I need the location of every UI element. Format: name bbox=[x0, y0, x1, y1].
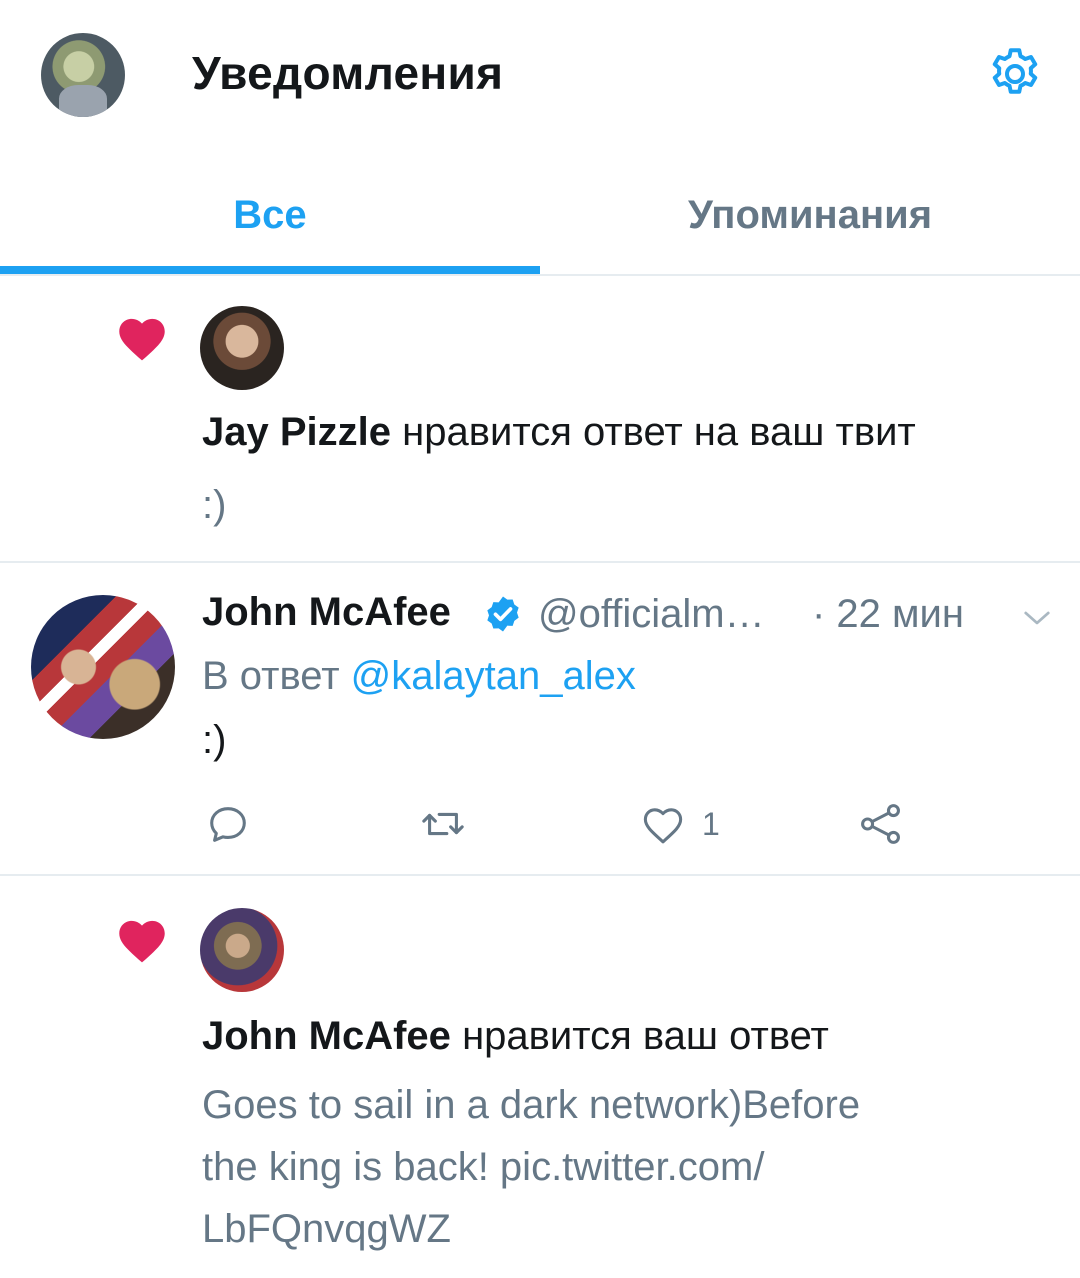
reply-button[interactable] bbox=[205, 800, 251, 848]
tweet-time: · 22 мин bbox=[812, 592, 964, 636]
heart-icon bbox=[119, 318, 165, 361]
share-icon bbox=[861, 804, 900, 844]
page-title: Уведомления bbox=[192, 47, 504, 99]
heart-icon bbox=[119, 920, 165, 963]
avatar[interactable] bbox=[31, 595, 175, 739]
notification-text[interactable]: John McAfee нравится ваш ответ bbox=[202, 1014, 829, 1059]
chevron-down-icon[interactable] bbox=[1022, 606, 1052, 630]
mention-link[interactable]: @kalaytan_alex bbox=[351, 654, 636, 698]
tweet-author-name[interactable]: John McAfee bbox=[202, 590, 451, 635]
tab-all[interactable]: Все bbox=[0, 160, 540, 270]
reply-icon bbox=[210, 807, 246, 842]
app-header: Уведомления bbox=[0, 0, 1080, 150]
notification-action: нравится ответ на ваш твит bbox=[402, 410, 916, 454]
quoted-text: :) bbox=[202, 483, 227, 527]
tweet-handle[interactable]: @officialm… bbox=[538, 592, 765, 637]
quoted-text-line: the king is back! pic.twitter.com/ bbox=[202, 1145, 765, 1189]
divider bbox=[0, 874, 1080, 876]
divider bbox=[0, 561, 1080, 563]
reply-context: В ответ @kalaytan_alex bbox=[202, 654, 636, 699]
tab-bar: Все Упоминания bbox=[0, 160, 1080, 276]
user-name[interactable]: Jay Pizzle bbox=[202, 410, 391, 454]
tweet-body: :) bbox=[202, 718, 227, 762]
user-name[interactable]: John McAfee bbox=[202, 1014, 451, 1058]
retweet-icon bbox=[422, 812, 464, 836]
notification-text[interactable]: Jay Pizzle нравится ответ на ваш твит bbox=[202, 410, 916, 455]
quoted-text-line: LbFQnvqgWZ bbox=[202, 1207, 451, 1251]
tab-mentions[interactable]: Упоминания bbox=[540, 160, 1080, 270]
retweet-button[interactable] bbox=[420, 800, 466, 848]
like-icon bbox=[643, 808, 683, 844]
verified-badge-icon bbox=[487, 596, 519, 632]
avatar[interactable] bbox=[200, 306, 284, 390]
reply-prefix: В ответ bbox=[202, 654, 340, 698]
profile-avatar[interactable] bbox=[41, 33, 125, 117]
like-button[interactable]: 1 bbox=[640, 800, 720, 848]
gear-icon[interactable] bbox=[985, 44, 1045, 104]
like-count: 1 bbox=[702, 805, 720, 842]
notification-action: нравится ваш ответ bbox=[462, 1014, 829, 1058]
active-tab-indicator bbox=[0, 266, 540, 274]
share-button[interactable] bbox=[858, 800, 904, 848]
quoted-text: Goes to sail in a dark network)Before th… bbox=[202, 1074, 860, 1260]
quoted-text-line: Goes to sail in a dark network)Before bbox=[202, 1083, 861, 1127]
avatar[interactable] bbox=[200, 908, 284, 992]
